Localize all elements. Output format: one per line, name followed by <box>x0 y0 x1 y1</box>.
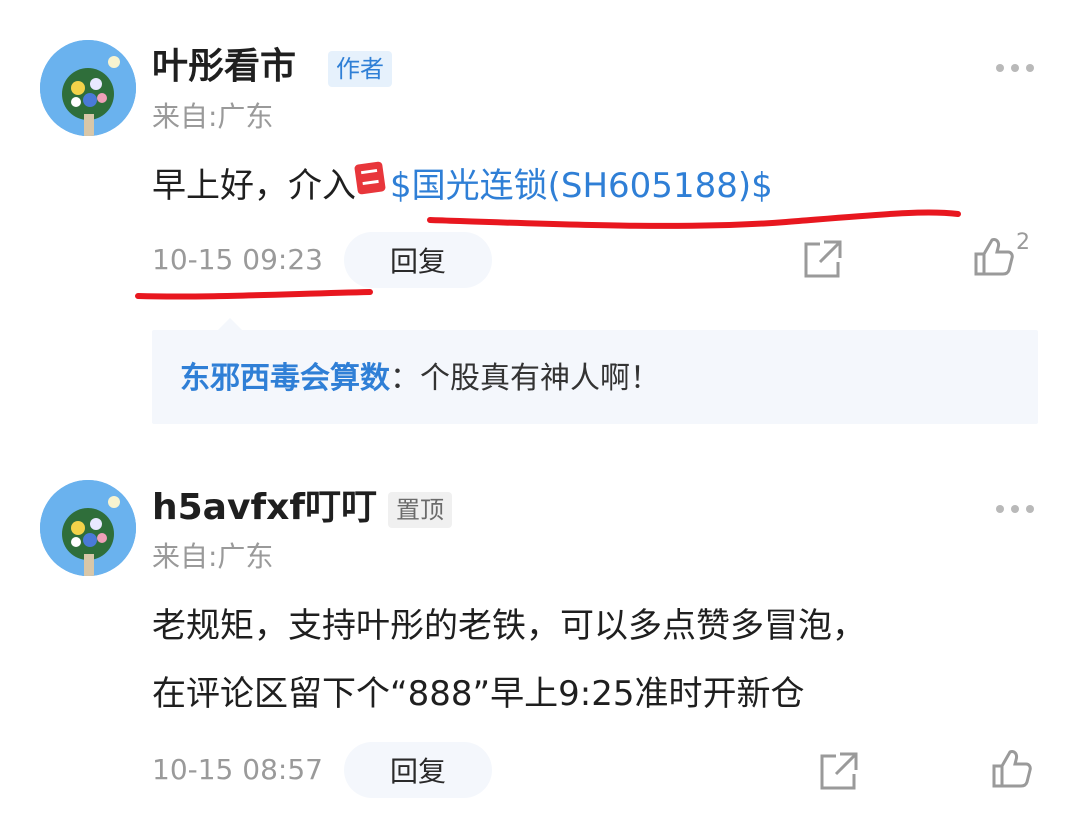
more-options-icon[interactable] <box>996 505 1034 513</box>
author-badge: 作者 <box>328 51 392 87</box>
reply-body: ：个股真有神人啊！ <box>390 361 660 396</box>
reply-author[interactable]: 东邪西毒会算数 <box>180 361 390 396</box>
avatar[interactable] <box>40 40 136 136</box>
comment-location: 来自:广东 <box>152 100 274 133</box>
comment-timestamp: 10-15 09:23 <box>152 243 323 276</box>
avatar-image <box>40 40 136 136</box>
reply-box-pointer <box>218 318 242 330</box>
comment-text: 早上好，介入 <box>152 166 356 206</box>
annotation-underline-time <box>135 289 373 300</box>
comment-timestamp: 10-15 08:57 <box>152 753 323 786</box>
reply-button[interactable]: 回复 <box>344 742 492 798</box>
comment-content-line: 在评论区留下个“888”早上9:25准时开新仓 <box>152 674 805 714</box>
comment-username[interactable]: h5avfxf叮叮 <box>152 490 377 526</box>
annotation-underline-stock <box>427 209 961 229</box>
share-icon[interactable] <box>816 750 860 794</box>
avatar[interactable] <box>40 480 136 576</box>
more-options-icon[interactable] <box>996 64 1034 72</box>
like-icon[interactable] <box>972 234 1016 278</box>
comment-location: 来自:广东 <box>152 540 274 573</box>
comment-username[interactable]: 叶彤看市 <box>152 49 296 85</box>
share-icon[interactable] <box>800 238 844 282</box>
reply-preview-text: 东邪西毒会算数：个股真有神人啊！ <box>180 364 660 394</box>
like-icon[interactable] <box>990 746 1034 790</box>
avatar-image <box>40 480 136 576</box>
buy-icon <box>354 161 386 195</box>
pinned-badge: 置顶 <box>388 492 452 528</box>
like-count: 2 <box>1016 230 1030 255</box>
comment-content-line: 老规矩，支持叶彤的老铁，可以多点赞多冒泡， <box>152 606 866 646</box>
reply-button[interactable]: 回复 <box>344 232 492 288</box>
